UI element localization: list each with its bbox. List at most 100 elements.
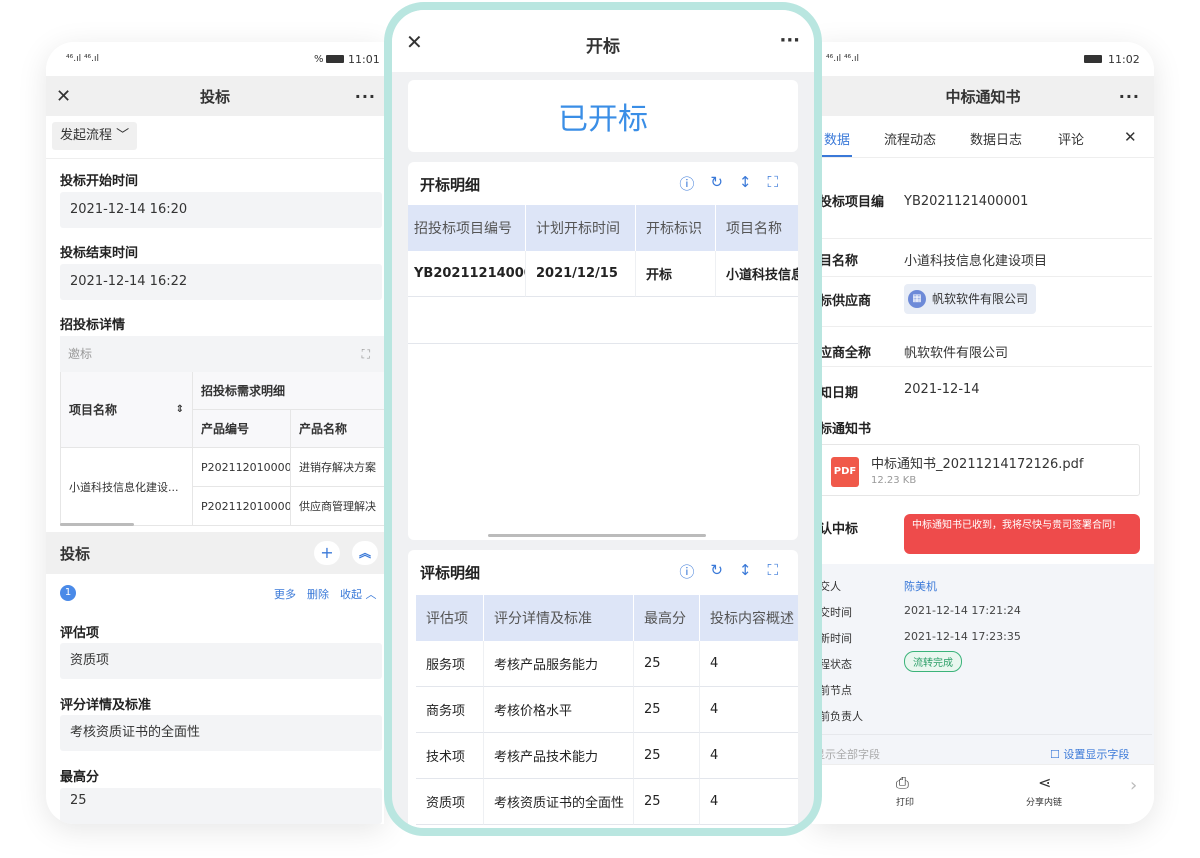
share-icon[interactable]: ⋖ [1038,773,1051,792]
notch [886,42,1076,76]
table-cell-code: P2021120100007 [192,487,299,526]
more-link[interactable]: 更多 [274,586,296,602]
eval-detail-card: 评标明细 ⓘ ↻ ↕ ⛶ 评估项 评分详情及标准 最高分 投标内容概述 服务项 考核产… [408,550,798,828]
start-flow-button[interactable]: 发起流程 ﹀ [52,122,138,150]
col-header[interactable]: 计划开标时间 [526,205,636,251]
status-bar: ⁴⁶.ıl ⁴⁶.ıl % 11:01 [46,42,384,76]
table-cell: 考核资质证书的全面性 [484,779,634,825]
divider [812,734,1152,735]
table-cell: 资质项 [416,779,484,825]
notch [128,42,318,76]
table-cell: 2021/12/15 [526,251,636,297]
right-phone: ⁴⁶.ıl ⁴⁶.ıl 11:02 ‹ 中标通知书 ··· 数据 流程动态 数据… [812,42,1154,824]
page-title: 中标通知书 [945,87,1021,106]
max-label: 最高分 [60,770,100,785]
signal-indicator: ⁴⁶.ıl ⁴⁶.ıl [826,54,860,64]
col-header[interactable]: 开标标识 [636,205,716,251]
start-time-field[interactable]: 2021-12-14 16:20 [60,192,382,228]
sort-icon[interactable]: ↕ [739,561,752,582]
table-cell: 4 [700,641,798,687]
add-icon[interactable]: + [314,541,340,565]
more-icon[interactable]: ··· [779,30,800,51]
col-name-header: 产品名称 [290,410,384,448]
battery-percent: % [314,54,324,65]
expand-icon[interactable]: ⛶ [767,561,778,582]
collapse-link[interactable]: 收起 ︿ [340,586,377,602]
collapse-all-icon[interactable]: ︽ [352,541,378,565]
refresh-icon[interactable]: ↻ [710,561,723,582]
detail-label: 招投标详情 [60,318,126,333]
left-phone: ⁴⁶.ıl ⁴⁶.ıl % 11:01 ✕ 投标 ··· 发起流程 ﹀ 投标开始… [46,42,384,824]
close-icon[interactable]: ✕ [1124,128,1137,146]
section-header: 投标 + ︽ [46,532,384,574]
project-name-value: 小道科技信息化建设项目 [904,254,1048,269]
set-fields-label: 设置显示字段 [1063,748,1130,761]
start-time-label: 投标开始时间 [60,174,139,189]
open-status: 已开标 [558,102,648,137]
meta-panel: 提交人 陈美机 提交时间 2021-12-14 17:21:24 更新时间 20… [812,564,1154,764]
col-header[interactable]: 投标内容概述 [700,595,798,641]
set-fields-link[interactable]: ☐ 设置显示字段 [1050,746,1129,762]
expand-icon[interactable]: ⛶ [362,336,370,372]
company-icon: ▦ [908,290,926,308]
col-project-header[interactable]: 项目名称 ⇕ [60,372,192,448]
sort-icon[interactable]: ↕ [739,173,752,194]
col-header[interactable]: 最高分 [634,595,700,641]
end-time-field[interactable]: 2021-12-14 16:22 [60,264,382,300]
chevron-up-icon: ︿ [365,588,377,601]
attachment-file[interactable]: PDF 中标通知书_20211214172126.pdf 12.23 KB [818,444,1140,496]
score-field[interactable]: 考核资质证书的全面性 [60,715,382,751]
table-cell: 4 [700,733,798,779]
notice-date-value: 2021-12-14 [904,382,980,397]
invite-type-value: 邀标 [68,347,93,361]
submitter-value[interactable]: 陈美机 [904,578,937,594]
eval-field[interactable]: 资质项 [60,643,382,679]
collapse-label: 收起 [340,588,362,601]
print-label[interactable]: 打印 [896,795,914,808]
col-header[interactable]: 招投标项目编号 [408,205,526,251]
tab-data[interactable]: 数据 [824,129,850,148]
tab-flow[interactable]: 流程动态 [884,129,936,148]
table-cell: 25 [634,733,700,779]
max-field[interactable]: 25 [60,788,382,824]
print-icon[interactable]: ⎙ [896,773,909,793]
eval-label: 评估项 [60,626,100,641]
table-cell: 商务项 [416,687,484,733]
table-cell: 考核产品技术能力 [484,733,634,779]
delete-link[interactable]: 删除 [307,586,329,602]
tab-log[interactable]: 数据日志 [970,129,1022,148]
supplier-chip[interactable]: ▦ 帆软软件有限公司 [904,284,1037,314]
more-icon[interactable]: ··· [355,87,376,106]
status-badge: 流转完成 [904,651,962,672]
table-cell: 考核产品服务能力 [484,641,634,687]
divider [812,366,1152,367]
divider [408,343,798,344]
table-cell: 4 [700,779,798,825]
table-cell-name: 进销存解决方案 [290,448,384,487]
invite-type-field[interactable]: 邀标 ⛶ [60,336,384,372]
open-table: 招投标项目编号 计划开标时间 开标标识 项目名称 YB2021121400001… [408,205,798,344]
more-icon[interactable]: ··· [1119,87,1140,106]
file-size: 12.23 KB [871,475,917,486]
page-title: 开标 [586,37,620,57]
info-icon[interactable]: ⓘ [679,561,694,582]
close-icon[interactable]: ✕ [56,86,71,107]
info-icon[interactable]: ⓘ [679,173,694,194]
pdf-icon: PDF [831,457,859,487]
submit-time-value: 2021-12-14 17:21:24 [904,604,1021,617]
col-header[interactable]: 项目名称 [716,205,798,251]
share-label[interactable]: 分享内链 [1026,795,1062,808]
tab-comment[interactable]: 评论 [1058,129,1084,148]
scrollbar[interactable] [488,534,706,537]
col-header[interactable]: 评分详情及标准 [484,595,634,641]
refresh-icon[interactable]: ↻ [710,173,723,194]
col-header[interactable]: 评估项 [416,595,484,641]
scrollbar[interactable] [60,523,134,526]
expand-icon[interactable]: ⛶ [767,173,778,194]
col-project-label: 项目名称 [69,403,118,417]
table-cell: 25 [634,779,700,825]
sort-icon[interactable]: ⇕ [176,404,184,415]
chevron-right-icon[interactable]: › [1130,775,1137,796]
show-all-link[interactable]: 显示全部字段 [814,746,880,762]
table-cell: 4 [700,687,798,733]
